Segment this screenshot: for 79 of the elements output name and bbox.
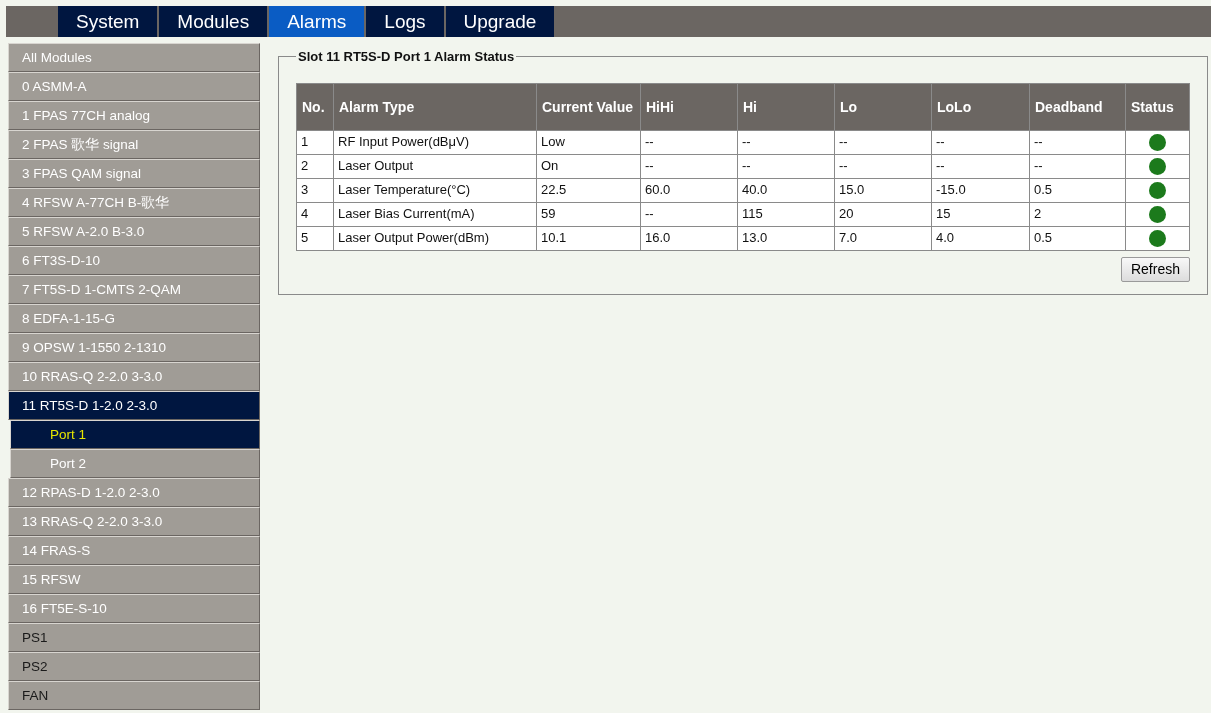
table-cell: On [536,154,641,178]
table-cell: Laser Output Power(dBm) [333,226,537,250]
table-cell: 15 [931,202,1030,226]
table-cell: -- [931,130,1030,154]
table-cell: RF Input Power(dBμV) [333,130,537,154]
column-header: LoLo [931,83,1030,130]
column-header: Status [1125,83,1190,130]
sidebar-item[interactable]: 0 ASMM-A [8,72,260,101]
sidebar-item[interactable]: 8 EDFA-1-15-G [8,304,260,333]
table-cell: Laser Bias Current(mA) [333,202,537,226]
sidebar-subitem[interactable]: Port 1 [10,420,260,449]
column-header: Deadband [1029,83,1126,130]
sidebar-item[interactable]: 16 FT5E-S-10 [8,594,260,623]
sidebar-subitem[interactable]: Port 2 [10,449,260,478]
table-cell: -- [640,130,738,154]
nav-tab[interactable]: Logs [366,6,446,37]
column-header: Current Value [536,83,641,130]
table-cell: 3 [296,178,334,202]
sidebar-item[interactable]: 12 RPAS-D 1-2.0 2-3.0 [8,478,260,507]
table-cell: 59 [536,202,641,226]
sidebar-item[interactable]: 13 RRAS-Q 2-2.0 3-3.0 [8,507,260,536]
table-cell: 0.5 [1029,226,1126,250]
sidebar-item[interactable]: 9 OPSW 1-1550 2-1310 [8,333,260,362]
sidebar-item[interactable]: 3 FPAS QAM signal [8,159,260,188]
panel-title: Slot 11 RT5S-D Port 1 Alarm Status [297,48,516,66]
table-cell: Laser Temperature(°C) [333,178,537,202]
nav-tab[interactable]: System [58,6,160,37]
table-cell: 40.0 [737,178,835,202]
table-cell: 10.1 [536,226,641,250]
nav-tab[interactable]: Alarms [269,6,367,37]
sidebar-item[interactable]: 10 RRAS-Q 2-2.0 3-3.0 [8,362,260,391]
sidebar-item[interactable]: 5 RFSW A-2.0 B-3.0 [8,217,260,246]
table-cell: Laser Output [333,154,537,178]
table-cell: 7.0 [834,226,932,250]
sidebar-item[interactable]: PS1 [8,623,260,652]
table-cell: 0.5 [1029,178,1126,202]
table-cell: -- [737,130,835,154]
sidebar-item[interactable]: 14 FRAS-S [8,536,260,565]
table-cell: 4.0 [931,226,1030,250]
column-header: HiHi [640,83,738,130]
nav-tab[interactable]: Modules [159,6,270,37]
table-cell: -15.0 [931,178,1030,202]
table-cell: 15.0 [834,178,932,202]
table-cell: -- [931,154,1030,178]
table-cell: 16.0 [640,226,738,250]
refresh-button[interactable]: Refresh [1120,256,1190,282]
table-cell: 2 [296,154,334,178]
table-cell: -- [640,202,738,226]
table-cell: -- [737,154,835,178]
table-cell: -- [1029,130,1126,154]
sidebar-item[interactable]: 4 RFSW A-77CH B-歌华 [8,188,260,217]
sidebar-item[interactable]: 11 RT5S-D 1-2.0 2-3.0 [8,391,260,420]
table-cell: 1 [296,130,334,154]
sidebar-item[interactable]: 15 RFSW [8,565,260,594]
table-cell: Low [536,130,641,154]
sidebar-item[interactable]: FAN [8,681,260,710]
table-cell: -- [834,154,932,178]
table-cell: 5 [296,226,334,250]
table-cell: 60.0 [640,178,738,202]
sidebar-item[interactable]: 2 FPAS 歌华 signal [8,130,260,159]
table-cell: -- [640,154,738,178]
sidebar-item[interactable]: 6 FT3S-D-10 [8,246,260,275]
sidebar-item[interactable]: 1 FPAS 77CH analog [8,101,260,130]
table-cell: 22.5 [536,178,641,202]
sidebar-item[interactable]: All Modules [8,43,260,72]
table-cell: -- [834,130,932,154]
sidebar-item[interactable]: PS2 [8,652,260,681]
table-cell: 4 [296,202,334,226]
column-header: Lo [834,83,932,130]
nav-tab[interactable]: Upgrade [445,6,557,37]
column-header: Hi [737,83,835,130]
sidebar-item[interactable]: 7 FT5S-D 1-CMTS 2-QAM [8,275,260,304]
column-header: No. [296,83,334,130]
column-header: Alarm Type [333,83,537,130]
table-cell: -- [1029,154,1126,178]
table-cell: 115 [737,202,835,226]
table-cell: 20 [834,202,932,226]
table-cell: 13.0 [737,226,835,250]
table-cell: 2 [1029,202,1126,226]
